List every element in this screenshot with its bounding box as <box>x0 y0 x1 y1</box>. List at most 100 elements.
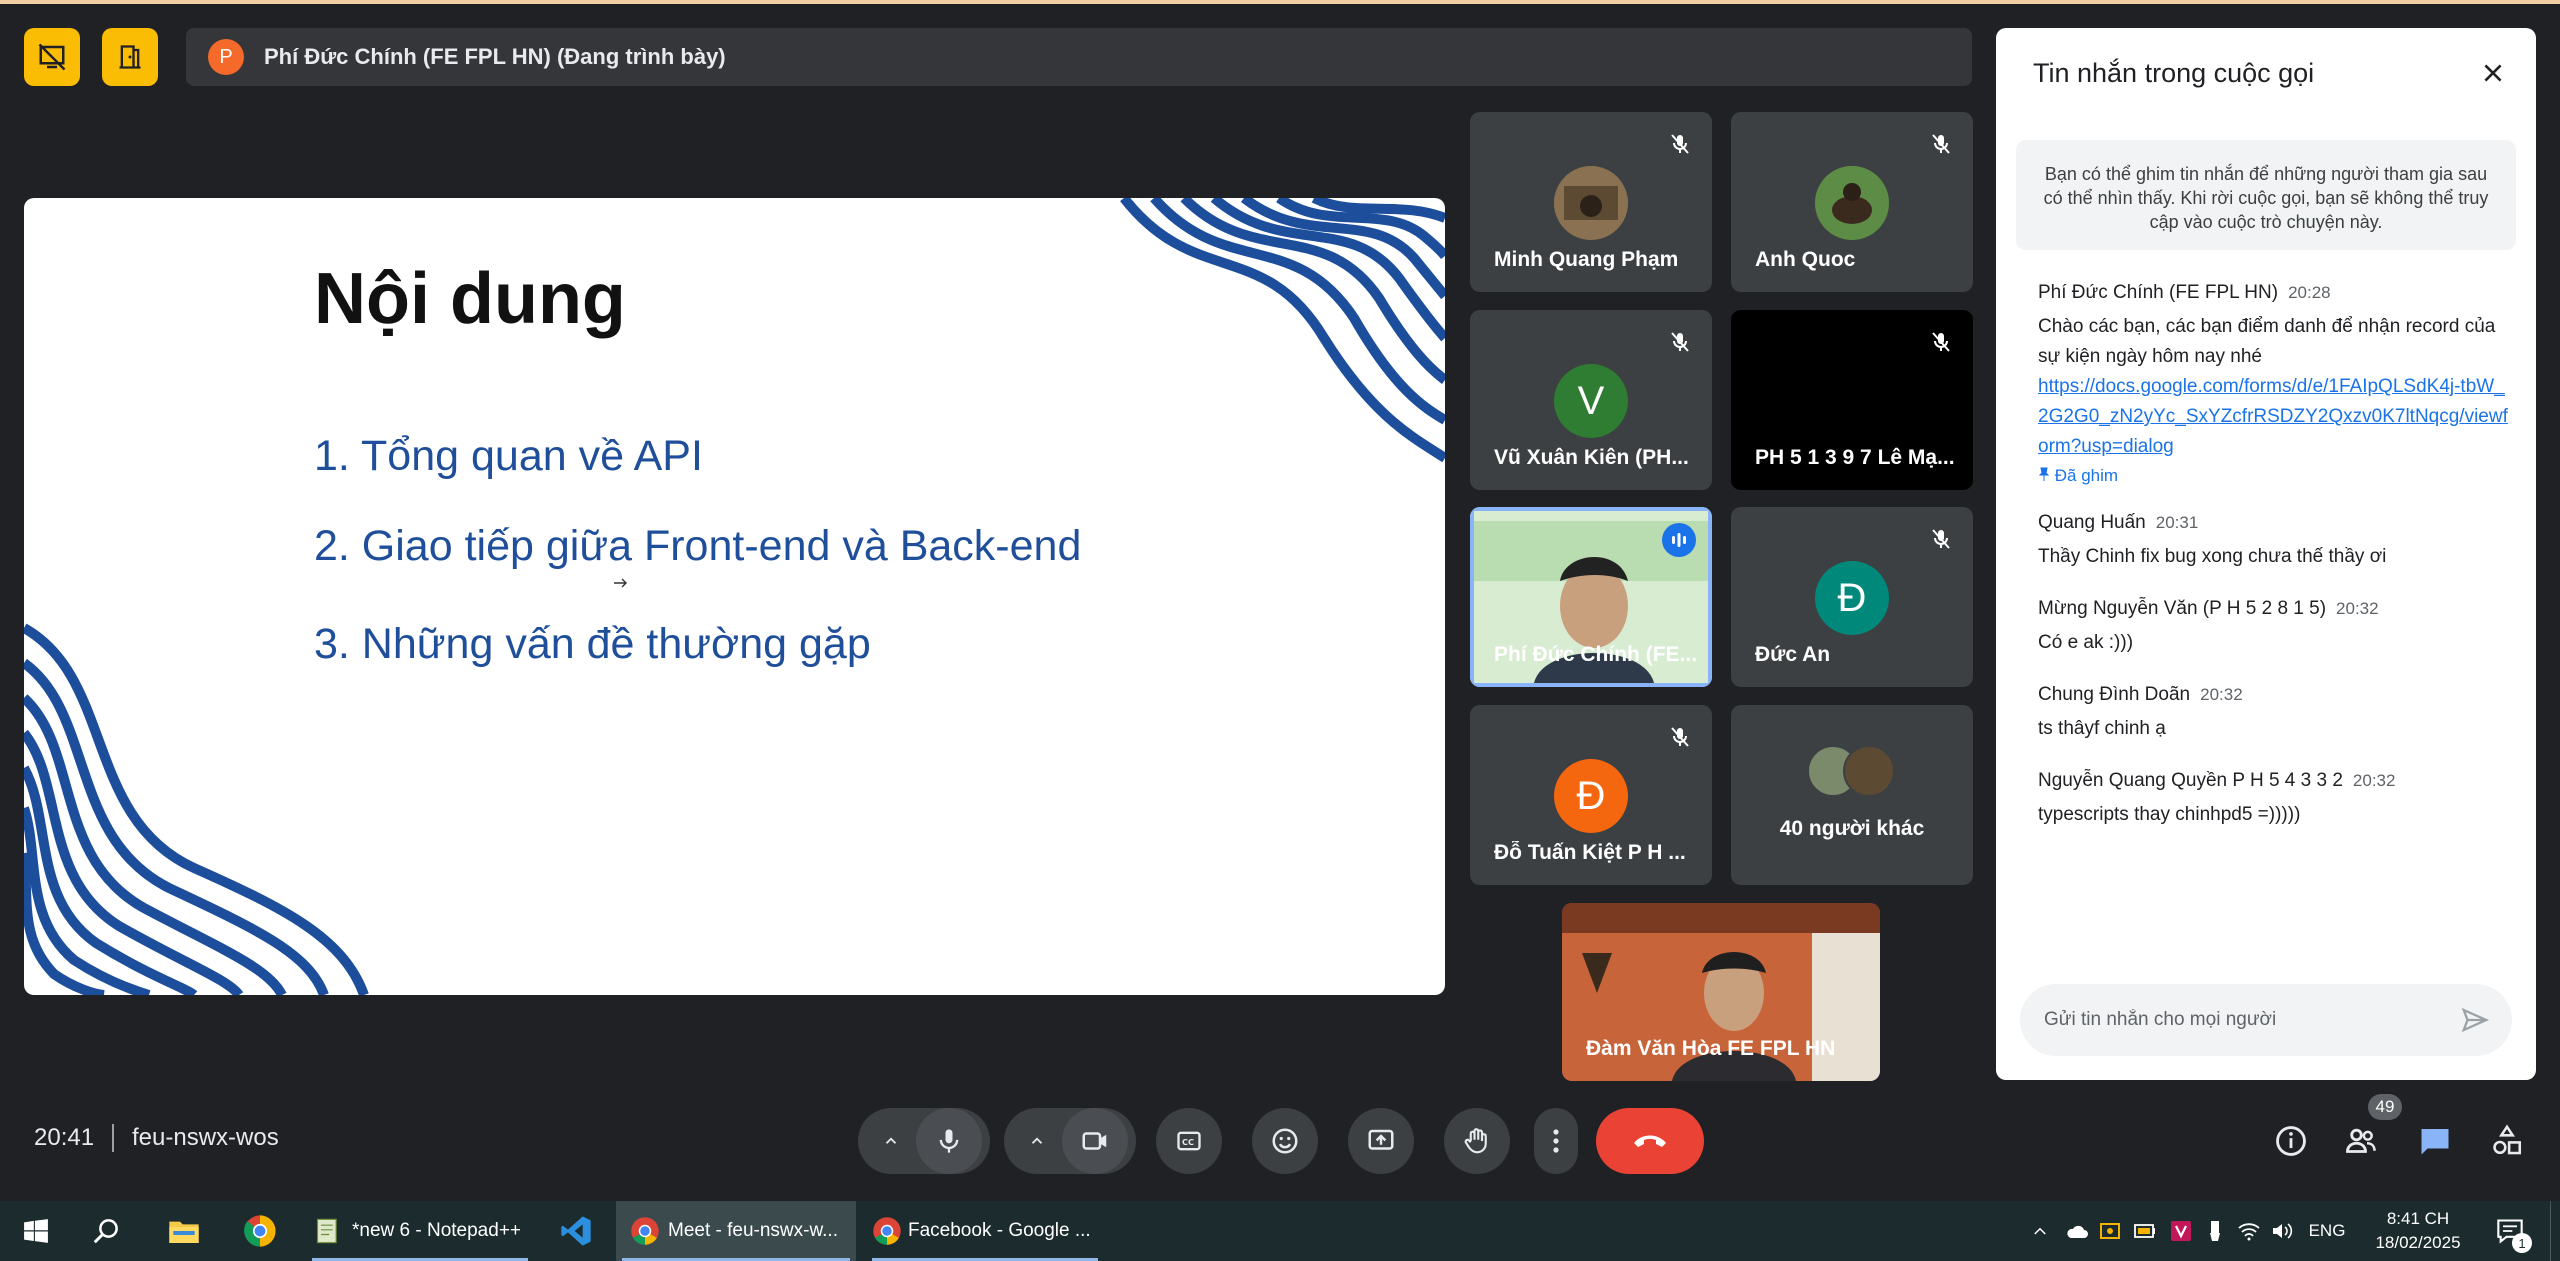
divider <box>2468 1201 2470 1261</box>
app-tray-icon[interactable] <box>2096 1201 2126 1261</box>
others-count-label: 40 người khác <box>1779 817 1925 840</box>
presenting-banner: P Phí Đức Chính (FE FPL HN) (Đang trình … <box>186 28 1972 86</box>
leave-call-button[interactable] <box>1596 1108 1704 1174</box>
slide-item-1: 1. Tổng quan về API <box>314 432 703 480</box>
hand-icon <box>1464 1128 1487 1154</box>
show-hidden-icons-button[interactable] <box>2026 1201 2054 1261</box>
message-sender: Phí Đức Chính (FE FPL HN) <box>2038 282 2279 303</box>
more-options-button[interactable] <box>1534 1108 1578 1174</box>
file-explorer-button[interactable] <box>152 1201 216 1261</box>
taskbar-app-label: Facebook - Google ... <box>908 1220 1091 1241</box>
divider <box>112 1124 114 1152</box>
slide-title: Nội dung <box>314 259 626 339</box>
wave-decoration-top <box>1120 198 1445 463</box>
close-icon <box>2484 64 2502 82</box>
camera-icon <box>1082 1132 1107 1150</box>
chat-panel: Tin nhắn trong cuộc gọi Bạn có thể ghim … <box>1996 28 2536 1080</box>
start-button[interactable] <box>4 1201 68 1261</box>
raise-hand-button[interactable] <box>1444 1108 1510 1174</box>
participant-avatar: Đ <box>1815 561 1889 635</box>
participant-tile[interactable]: Đ Đỗ Tuấn Kiệt P H ... <box>1470 705 1712 885</box>
info-icon <box>2276 1126 2306 1156</box>
emoji-icon <box>1272 1128 1298 1154</box>
taskbar-app-meet[interactable]: Meet - feu-nswx-w... <box>616 1201 856 1261</box>
speaker-icon <box>2273 1223 2293 1239</box>
message-time: 20:32 <box>2200 685 2243 704</box>
vscode-button[interactable] <box>544 1201 608 1261</box>
chat-message: Chung Đình Doãn 20:32 ts thâyf chinh ạ <box>2038 684 2508 744</box>
message-time: 20:28 <box>2288 283 2331 302</box>
meeting-code: feu-nswx-wos <box>132 1124 279 1151</box>
participant-name: Đàm Văn Hòa FE FPL HN <box>1586 1037 1836 1060</box>
mic-off-icon <box>1671 332 1689 352</box>
message-text: typescripts thay chinhpd5 =))))) <box>2038 804 2301 825</box>
participant-tile[interactable]: Đ Đức An <box>1731 507 1973 687</box>
meeting-details-button[interactable] <box>2264 1114 2318 1168</box>
search-button[interactable] <box>74 1201 138 1261</box>
cursor-arrow-icon <box>614 578 627 588</box>
companion-mode-button[interactable] <box>102 28 158 86</box>
captions-button[interactable]: CC <box>1156 1108 1222 1174</box>
present-screen-button[interactable] <box>1348 1108 1414 1174</box>
onedrive-tray[interactable] <box>2062 1201 2092 1261</box>
message-sender: Nguyễn Quang Quyền P H 5 4 3 3 2 <box>2038 770 2343 791</box>
input-language[interactable]: ENG <box>2302 1201 2352 1261</box>
mic-toggle-button[interactable] <box>916 1108 982 1174</box>
app-tray-icon[interactable] <box>2166 1201 2196 1261</box>
participant-avatar: V <box>1554 364 1628 438</box>
message-link[interactable]: https://docs.google.com/forms/d/e/1FAIpQ… <box>2038 372 2508 462</box>
camera-toggle-button[interactable] <box>1062 1108 1128 1174</box>
cloud-icon <box>2067 1225 2088 1238</box>
close-chat-button[interactable] <box>2480 60 2506 91</box>
message-text: Chào các bạn, các bạn điểm danh để nhận … <box>2038 316 2496 367</box>
participant-tile[interactable]: PH 5 1 3 9 7 Lê Mạ... <box>1731 310 1973 490</box>
chrome-button[interactable] <box>228 1201 292 1261</box>
speaking-indicator <box>1662 523 1696 557</box>
video-options-button[interactable] <box>1012 1132 1062 1150</box>
chevron-up-icon <box>1031 1137 1043 1144</box>
audio-options-button[interactable] <box>866 1132 916 1150</box>
participant-name: Phí Đức Chính (FE... <box>1494 643 1698 666</box>
taskbar-app-notepadpp[interactable]: *new 6 - Notepad++ <box>306 1201 534 1261</box>
usb-icon <box>2210 1221 2220 1241</box>
participant-tile-speaking[interactable]: Phí Đức Chính (FE... <box>1470 507 1712 687</box>
self-view-tile[interactable]: Đàm Văn Hòa FE FPL HN <box>1562 903 1880 1081</box>
others-avatar <box>1843 745 1895 797</box>
chrome-icon <box>873 1217 901 1245</box>
chat-toggle-button[interactable] <box>2408 1114 2462 1168</box>
chat-message-input[interactable] <box>2042 1008 2460 1032</box>
volume-tray[interactable] <box>2268 1201 2298 1261</box>
door-icon <box>119 45 141 69</box>
network-tray[interactable] <box>2234 1201 2264 1261</box>
app-tray-icon[interactable] <box>2130 1201 2160 1261</box>
taskbar-app-facebook[interactable]: Facebook - Google ... <box>866 1201 1104 1261</box>
pinned-label[interactable]: Đã ghim <box>2038 466 2508 486</box>
participant-tile[interactable]: Anh Quoc <box>1731 112 1973 292</box>
show-desktop-button[interactable] <box>2550 1201 2560 1261</box>
people-button[interactable] <box>2334 1114 2388 1168</box>
chat-message: Nguyễn Quang Quyền P H 5 4 3 3 2 20:32 ty… <box>2038 770 2508 830</box>
participant-tile[interactable]: V Vũ Xuân Kiên (PH... <box>1470 310 1712 490</box>
chevron-up-icon <box>2034 1227 2046 1235</box>
system-clock[interactable]: 8:41 CH 18/02/2025 <box>2368 1207 2468 1255</box>
presenting-label: Phí Đức Chính (FE FPL HN) (Đang trình bà… <box>264 44 726 69</box>
search-icon <box>93 1219 118 1244</box>
reactions-button[interactable] <box>1252 1108 1318 1174</box>
activities-button[interactable] <box>2480 1114 2534 1168</box>
message-time: 20:31 <box>2155 513 2199 532</box>
app-tray-icon[interactable] <box>2200 1201 2230 1261</box>
presenter-avatar: P <box>208 39 244 75</box>
hide-presentation-button[interactable] <box>24 28 80 86</box>
participant-tile[interactable]: Minh Quang Phạm <box>1470 112 1712 292</box>
mic-off-icon <box>1932 134 1950 154</box>
vscode-icon <box>561 1216 591 1246</box>
send-icon[interactable] <box>2460 1005 2490 1035</box>
clock-time: 8:41 CH <box>2386 1209 2450 1228</box>
more-vert-icon <box>1553 1129 1559 1153</box>
others-tile[interactable]: 40 người khác <box>1731 705 1973 885</box>
mic-off-icon <box>1932 529 1950 549</box>
no-present-icon <box>38 43 66 71</box>
message-sender: Mừng Nguyễn Văn (P H 5 2 8 1 5) <box>2038 598 2327 619</box>
presentation-slide: Nội dung 1. Tổng quan về API 2. Giao tiế… <box>24 198 1445 995</box>
message-time: 20:32 <box>2336 599 2379 618</box>
